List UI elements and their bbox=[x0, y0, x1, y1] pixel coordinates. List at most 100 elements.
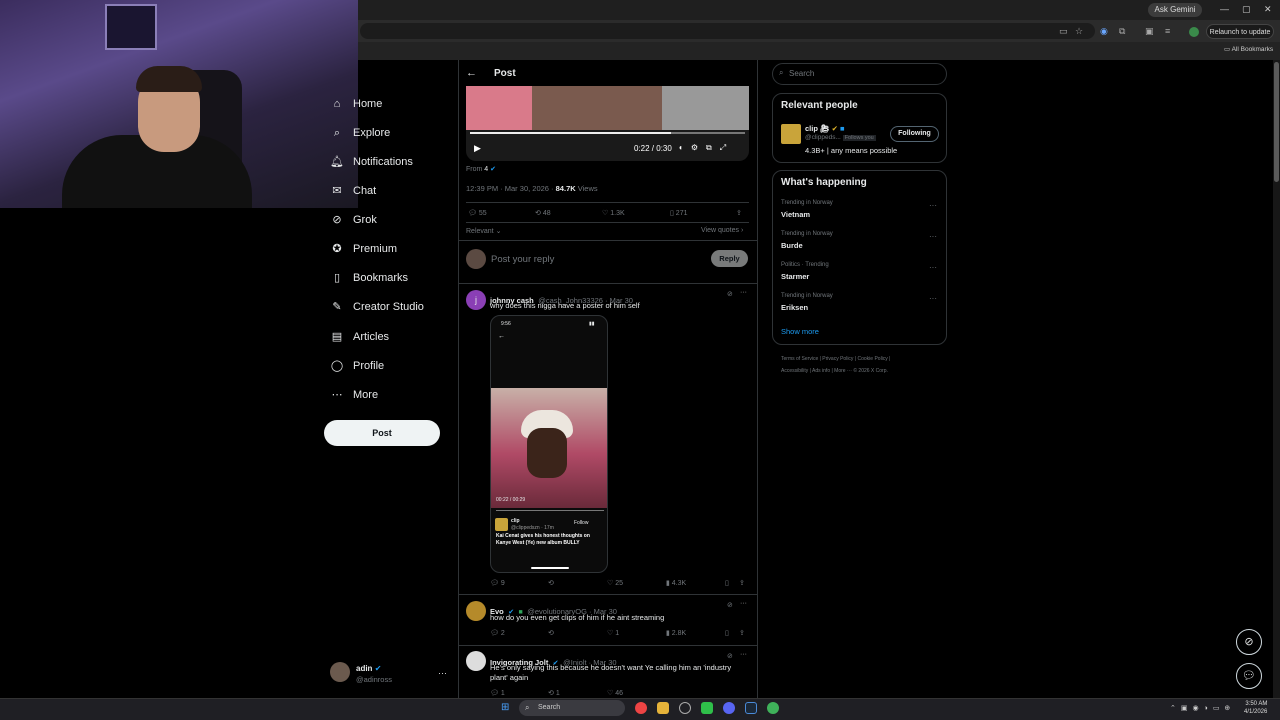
view-quotes-link[interactable]: View quotes › bbox=[701, 227, 743, 234]
avatar[interactable]: j bbox=[466, 290, 486, 310]
discord-icon[interactable] bbox=[723, 702, 735, 714]
back-arrow-icon[interactable]: ← bbox=[466, 67, 477, 79]
puzzle-icon[interactable]: ⧉ bbox=[1119, 26, 1125, 37]
fullscreen-icon[interactable]: ⤢ bbox=[720, 143, 734, 152]
more-icon[interactable]: ··· bbox=[740, 651, 747, 658]
maximize-icon[interactable]: ▢ bbox=[1242, 4, 1251, 15]
play-icon[interactable]: ▶ bbox=[474, 143, 481, 154]
footer-links[interactable]: Accessibility | Ads info | More ··· © 20… bbox=[781, 368, 888, 374]
repost-stat[interactable]: ⟲ bbox=[548, 629, 554, 637]
minimize-icon[interactable]: — bbox=[1220, 4, 1229, 14]
nav-item-articles[interactable]: ▤ Articles bbox=[330, 325, 389, 349]
grok-icon[interactable]: ⊘ bbox=[727, 652, 733, 660]
messages-fab-icon[interactable]: 💬︎ bbox=[1236, 663, 1262, 689]
pip-icon[interactable]: ⧉ bbox=[706, 143, 720, 152]
reply-stat[interactable]: 💬︎ 55 bbox=[468, 209, 487, 217]
account-avatar[interactable] bbox=[330, 662, 350, 682]
trend-name[interactable]: Burde bbox=[781, 241, 803, 250]
settings-icon[interactable]: ⚙ bbox=[691, 143, 706, 152]
repost-stat[interactable]: ⟲ bbox=[548, 579, 554, 587]
embedded-screenshot[interactable]: 9:56 ▮▮ ← 00:22 / 00:29 clip @clippedszn… bbox=[490, 315, 608, 573]
more-icon[interactable]: ··· bbox=[929, 201, 937, 210]
avatar[interactable] bbox=[466, 601, 486, 621]
trend-name[interactable]: Vietnam bbox=[781, 210, 810, 219]
browser-icon[interactable] bbox=[767, 702, 779, 714]
person-name[interactable]: clip 🎥︎ ✔ ■ bbox=[805, 124, 845, 133]
more-icon[interactable]: ··· bbox=[929, 294, 937, 303]
like-stat[interactable]: ♡ 1.3K bbox=[602, 209, 625, 217]
person-avatar[interactable] bbox=[781, 124, 801, 144]
reply-button[interactable]: Reply bbox=[711, 250, 748, 267]
video-controls[interactable]: ◖⚙⧉⤢ bbox=[678, 143, 734, 153]
star-icon[interactable]: ☆ bbox=[1075, 26, 1083, 37]
post-button[interactable]: Post bbox=[324, 420, 440, 446]
repost-stat[interactable]: ⟲ 48 bbox=[535, 209, 551, 217]
reply-stat[interactable]: 💬︎ 9 bbox=[490, 579, 505, 587]
avatar[interactable] bbox=[466, 651, 486, 671]
reply-stat[interactable]: 💬︎ 2 bbox=[490, 629, 505, 637]
sort-dropdown[interactable]: Relevant ⌄ bbox=[466, 227, 501, 235]
scrollbar-thumb[interactable] bbox=[1274, 62, 1279, 182]
install-icon[interactable]: ▭ bbox=[1059, 26, 1068, 37]
nav-item-creator-studio[interactable]: ✎ Creator Studio bbox=[330, 295, 424, 319]
views-stat[interactable]: ▮ 4.3K bbox=[666, 579, 686, 587]
grok-fab-icon[interactable]: ⊘ bbox=[1236, 629, 1262, 655]
bookmark-icon[interactable]: ▯ bbox=[725, 629, 729, 637]
extension-icon[interactable]: ◉ bbox=[1100, 26, 1108, 37]
nav-item-home[interactable]: ⌂ Home bbox=[330, 92, 383, 116]
nav-item-notifications[interactable]: 🔔︎ Notifications bbox=[330, 150, 413, 174]
share-icon[interactable]: ⇪ bbox=[739, 579, 745, 587]
account-more-icon[interactable]: ··· bbox=[438, 668, 447, 678]
chrome-icon[interactable] bbox=[635, 702, 647, 714]
trend-name[interactable]: Eriksen bbox=[781, 303, 808, 312]
trend-name[interactable]: Starmer bbox=[781, 272, 809, 281]
like-stat[interactable]: ♡ 25 bbox=[607, 579, 623, 587]
address-bar[interactable] bbox=[360, 23, 1095, 39]
more-icon[interactable]: ··· bbox=[740, 600, 747, 607]
nav-item-premium[interactable]: ✪ Premium bbox=[330, 237, 397, 261]
reply-stat[interactable]: 💬︎ 1 bbox=[490, 689, 505, 697]
grok-icon[interactable]: ⊘ bbox=[727, 601, 733, 609]
views-stat[interactable]: ▮ 2.8K bbox=[666, 629, 686, 637]
nav-item-more[interactable]: ⋯ More bbox=[330, 383, 379, 407]
more-icon[interactable]: ··· bbox=[740, 289, 747, 296]
file-explorer-icon[interactable] bbox=[657, 702, 669, 714]
like-stat[interactable]: ♡ 46 bbox=[607, 689, 623, 697]
media-icon[interactable]: ≡ bbox=[1165, 26, 1170, 36]
divider bbox=[458, 594, 758, 595]
grok-icon[interactable]: ⊘ bbox=[727, 290, 733, 298]
nav-item-bookmarks[interactable]: ▯ Bookmarks bbox=[330, 266, 408, 290]
show-more-link[interactable]: Show more bbox=[781, 327, 819, 336]
all-bookmarks-link[interactable]: ▭ All Bookmarks bbox=[1224, 45, 1273, 53]
volume-icon[interactable]: ◖ bbox=[678, 143, 691, 152]
ask-gemini-button[interactable]: Ask Gemini bbox=[1148, 3, 1202, 17]
nav-item-explore[interactable]: ⌕ Explore bbox=[330, 121, 390, 145]
reply-input[interactable]: Post your reply bbox=[491, 254, 554, 265]
repost-stat[interactable]: ⟲ 1 bbox=[548, 689, 560, 697]
steam-icon[interactable] bbox=[745, 702, 757, 714]
more-icon[interactable]: ··· bbox=[929, 232, 937, 241]
nav-item-profile[interactable]: ◯ Profile bbox=[330, 354, 384, 378]
taskbar-search[interactable] bbox=[519, 700, 625, 716]
share-icon[interactable]: ⇪ bbox=[739, 629, 745, 637]
from-account[interactable]: 4 bbox=[484, 166, 488, 173]
share-icon[interactable]: ⇪ bbox=[736, 209, 742, 217]
bookmark-stat[interactable]: ▯ 271 bbox=[670, 209, 687, 217]
sidepanel-icon[interactable]: ▣ bbox=[1145, 26, 1154, 37]
windows-start-icon[interactable]: ⊞ bbox=[501, 702, 509, 713]
more-icon[interactable]: ··· bbox=[929, 263, 937, 272]
following-button[interactable]: Following bbox=[890, 126, 939, 142]
close-icon[interactable]: ✕ bbox=[1264, 4, 1272, 15]
clock[interactable]: 3:50 AM 4/1/2026 bbox=[1244, 700, 1267, 716]
relaunch-button[interactable]: Relaunch to update bbox=[1206, 24, 1274, 39]
footer-links[interactable]: Terms of Service | Privacy Policy | Cook… bbox=[781, 356, 890, 362]
nav-item-chat[interactable]: ✉ Chat bbox=[330, 179, 376, 203]
like-stat[interactable]: ♡ 1 bbox=[607, 629, 619, 637]
profile-avatar-icon[interactable] bbox=[1189, 27, 1199, 37]
system-tray[interactable]: ⌃▣◉◑▭⊕ bbox=[1170, 704, 1235, 712]
nav-item-grok[interactable]: ⊘ Grok bbox=[330, 208, 376, 232]
account-name[interactable]: adin ✔ bbox=[356, 664, 381, 673]
app-icon[interactable] bbox=[701, 702, 713, 714]
app-icon[interactable] bbox=[679, 702, 691, 714]
bookmark-icon[interactable]: ▯ bbox=[725, 579, 729, 587]
